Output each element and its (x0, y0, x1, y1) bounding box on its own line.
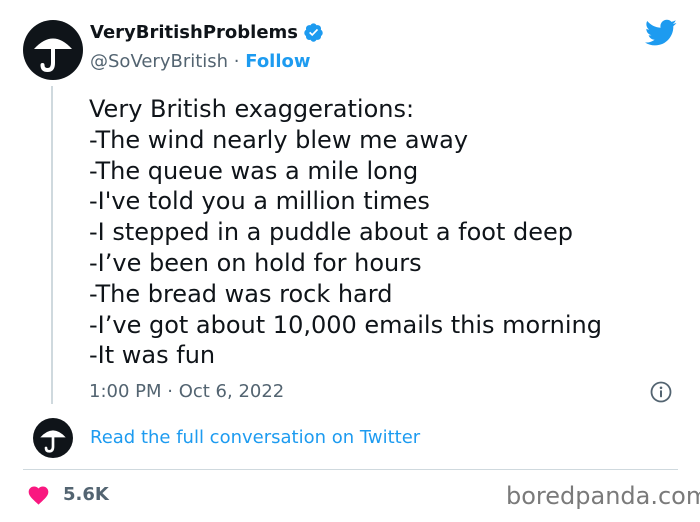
handle-row: @SoVeryBritish · Follow (90, 51, 311, 72)
verified-badge-icon (304, 23, 323, 42)
watermark: boredpanda.com (506, 482, 700, 510)
tweet-line: -I’ve been on hold for hours (89, 248, 422, 277)
tweet-line: -The queue was a mile long (89, 156, 419, 185)
small-avatar[interactable] (33, 418, 73, 458)
tweet-line: -I stepped in a puddle about a foot deep (89, 218, 574, 247)
author-name-row: VeryBritishProblems (90, 22, 324, 43)
tweet-date: Oct 6, 2022 (178, 381, 285, 402)
tweet-line: Very British exaggerations: (89, 95, 415, 123)
tweet-text: Very British exaggerations: -The wind ne… (89, 94, 679, 371)
avatar[interactable] (23, 20, 83, 80)
like-count[interactable]: 5.6K (63, 484, 109, 505)
umbrella-icon (34, 38, 72, 73)
tweet-line: -It was fun (89, 341, 216, 370)
read-conversation-link[interactable]: Read the full conversation on Twitter (90, 427, 420, 448)
handle[interactable]: @SoVeryBritish (90, 51, 228, 72)
tweet-line: -I’ve got about 10,000 emails this morni… (89, 310, 602, 339)
divider (23, 469, 678, 470)
date-separator: · (161, 381, 179, 402)
separator-dot: · (228, 51, 246, 72)
thread-line (51, 86, 53, 404)
tweet-line: -The bread was rock hard (89, 279, 393, 308)
tweet-time: 1:00 PM (89, 381, 162, 402)
display-name[interactable]: VeryBritishProblems (90, 22, 298, 43)
umbrella-icon (40, 430, 66, 453)
twitter-bird-icon[interactable] (645, 19, 677, 47)
info-icon[interactable] (650, 381, 672, 403)
timestamp[interactable]: 1:00 PM · Oct 6, 2022 (89, 381, 284, 402)
tweet-line: -The wind nearly blew me away (89, 125, 469, 154)
follow-button[interactable]: Follow (245, 51, 310, 72)
heart-icon[interactable] (27, 484, 50, 505)
tweet-line: -I've told you a million times (89, 187, 430, 216)
